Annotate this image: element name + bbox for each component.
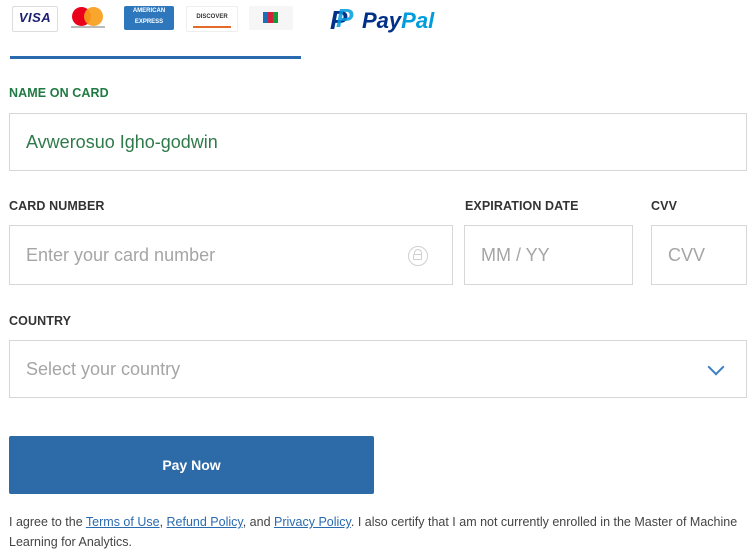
expiration-date-input[interactable]: MM / YY	[464, 225, 633, 285]
lock-icon	[408, 246, 428, 266]
terms-of-use-link[interactable]: Terms of Use	[86, 515, 160, 529]
paypal-logo-text: PayPal	[362, 8, 435, 33]
name-on-card-value: Avwerosuo Igho-godwin	[26, 131, 218, 152]
jcb-logo	[249, 6, 293, 30]
country-select[interactable]: Select your country	[9, 340, 747, 398]
card-number-input[interactable]: Enter your card number	[9, 225, 453, 285]
privacy-policy-link[interactable]: Privacy Policy	[274, 515, 351, 529]
paypal-icon: PP	[330, 3, 354, 35]
name-on-card-input[interactable]: Avwerosuo Igho-godwin	[9, 113, 747, 171]
refund-policy-link[interactable]: Refund Policy	[167, 515, 243, 529]
agreement-text: I agree to the Terms of Use, Refund Poli…	[9, 515, 738, 549]
payment-form: VISA AMERICAN EXPRESS DISCOVER PP PayPal	[0, 0, 747, 558]
cvv-label: CVV	[651, 199, 678, 213]
payment-method-tabs: VISA AMERICAN EXPRESS DISCOVER PP PayPal	[0, 0, 747, 59]
card-number-label: CARD NUMBER	[9, 199, 105, 213]
chevron-down-icon[interactable]	[707, 358, 725, 376]
tab-credit-card[interactable]: VISA AMERICAN EXPRESS DISCOVER	[10, 0, 301, 59]
country-placeholder: Select your country	[26, 358, 181, 379]
pay-now-button[interactable]: Pay Now	[9, 436, 374, 494]
card-number-placeholder: Enter your card number	[26, 244, 216, 265]
cvv-input[interactable]: CVV	[651, 225, 747, 285]
mastercard-logo	[65, 6, 111, 30]
visa-logo: VISA	[12, 6, 58, 32]
expiration-date-placeholder: MM / YY	[481, 244, 550, 265]
name-on-card-label: NAME ON CARD	[9, 86, 109, 100]
expiration-date-label: EXPIRATION DATE	[465, 199, 579, 213]
cvv-placeholder: CVV	[668, 244, 706, 265]
amex-logo: AMERICAN EXPRESS	[124, 6, 174, 30]
discover-logo: DISCOVER	[186, 6, 238, 32]
country-label: COUNTRY	[9, 314, 72, 328]
